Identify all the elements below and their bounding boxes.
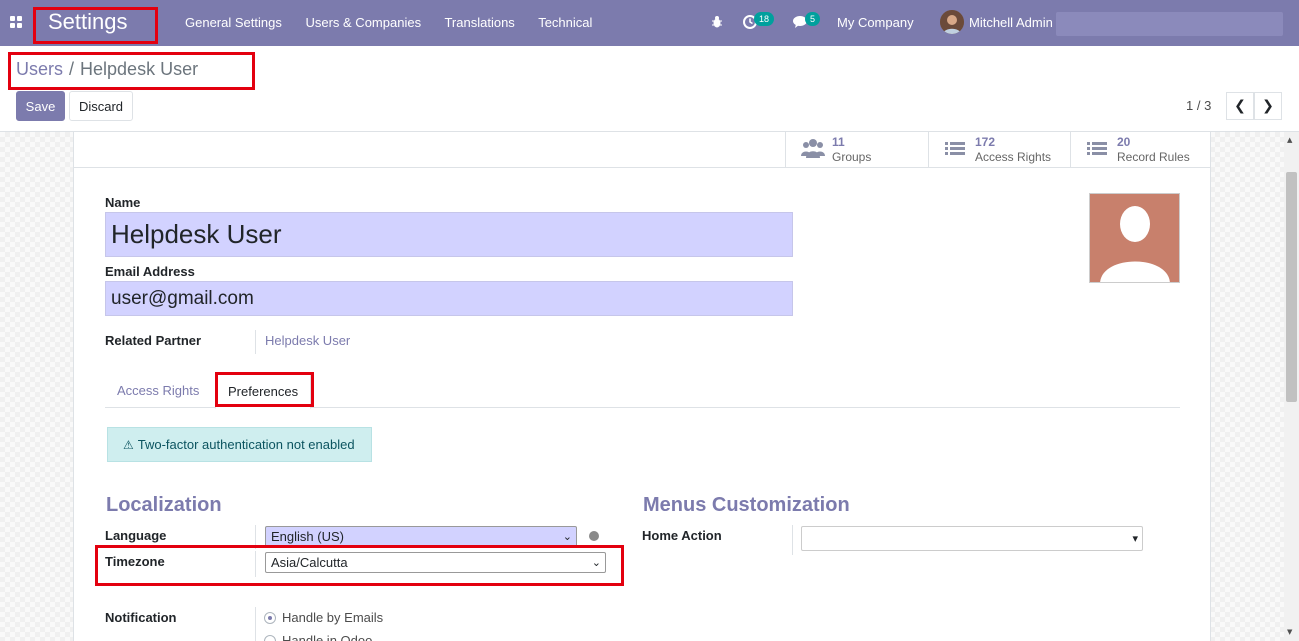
list-icon <box>1085 138 1111 160</box>
radio-selected-dot <box>268 616 272 620</box>
pager-previous-button[interactable]: ❮ <box>1226 92 1254 120</box>
language-select[interactable]: English (US) ⌄ <box>265 526 577 547</box>
control-panel: Users / Helpdesk User Save Discard 1 / 3 ❮… <box>0 46 1299 132</box>
breadcrumb-separator: / <box>69 59 75 79</box>
top-navbar: Settings General Settings Users & Compan… <box>0 0 1299 46</box>
form-view-content: 11 Groups 172 Access Rights 20 Record Ru… <box>0 132 1284 641</box>
timezone-select[interactable]: Asia/Calcutta ⌄ <box>265 552 606 573</box>
chevron-down-icon: ⌄ <box>562 530 572 543</box>
field-separator <box>255 551 256 577</box>
name-input[interactable] <box>105 212 793 257</box>
redacted-area <box>1056 12 1283 36</box>
groups-label: Groups <box>832 150 872 164</box>
users-icon <box>800 138 826 160</box>
app-title[interactable]: Settings <box>48 9 128 35</box>
menu-users-companies[interactable]: Users & Companies <box>305 15 421 30</box>
language-label: Language <box>105 528 167 543</box>
menu-technical[interactable]: Technical <box>538 15 592 30</box>
field-separator <box>255 525 256 549</box>
discard-button[interactable]: Discard <box>69 91 133 121</box>
chevron-down-icon: ⌄ <box>591 556 601 569</box>
language-value: English (US) <box>271 529 344 544</box>
access-rights-count: 172 <box>975 135 996 149</box>
access-rights-stat-button[interactable]: 172 Access Rights <box>928 132 1070 168</box>
menu-general-settings[interactable]: General Settings <box>185 15 282 30</box>
user-avatar[interactable] <box>940 10 964 34</box>
smart-button-box: 11 Groups 172 Access Rights 20 Record Ru… <box>74 132 1210 168</box>
list-icon <box>943 138 969 160</box>
main-menu: General Settings Users & Companies Trans… <box>185 15 612 30</box>
breadcrumb: Users / Helpdesk User <box>16 59 198 80</box>
user-photo[interactable] <box>1089 193 1180 283</box>
chevron-left-icon: ❮ <box>1234 98 1246 114</box>
two-factor-alert-text: Two-factor authentication not enabled <box>137 437 355 452</box>
groups-stat-button[interactable]: 11 Groups <box>785 132 928 168</box>
handle-in-odoo-label[interactable]: Handle in Odoo <box>282 633 372 641</box>
globe-icon[interactable] <box>589 531 599 541</box>
tab-preferences[interactable]: Preferences <box>215 372 312 409</box>
scrollbar-thumb[interactable] <box>1286 172 1297 402</box>
field-separator <box>255 607 256 641</box>
debug-bug-icon[interactable] <box>711 15 723 29</box>
record-rules-label: Record Rules <box>1117 150 1190 164</box>
scroll-up-icon[interactable]: ▲ <box>1287 136 1292 144</box>
handle-by-emails-label[interactable]: Handle by Emails <box>282 610 383 625</box>
record-rules-stat-button[interactable]: 20 Record Rules <box>1070 132 1210 168</box>
pager-value[interactable]: 1 / 3 <box>1186 98 1211 113</box>
user-menu[interactable]: Mitchell Admin <box>969 15 1053 30</box>
related-partner-link[interactable]: Helpdesk User <box>265 333 350 348</box>
two-factor-alert: ⚠ Two-factor authentication not enabled <box>107 427 372 462</box>
save-button[interactable]: Save <box>16 91 65 121</box>
timezone-value: Asia/Calcutta <box>271 555 348 570</box>
name-label: Name <box>105 195 141 210</box>
notebook-tabs: Access Rights Preferences <box>105 372 1180 409</box>
radio-handle-by-emails[interactable] <box>264 612 276 624</box>
form-sheet: 11 Groups 172 Access Rights 20 Record Ru… <box>73 132 1211 641</box>
apps-grid-icon[interactable] <box>10 16 22 28</box>
field-separator <box>792 525 793 555</box>
tab-access-rights[interactable]: Access Rights <box>105 372 211 408</box>
scroll-down-icon[interactable]: ▼ <box>1287 628 1292 636</box>
page-scrollbar[interactable]: ▲ ▼ <box>1284 132 1299 641</box>
record-rules-count: 20 <box>1117 135 1131 149</box>
chevron-right-icon: ❯ <box>1262 98 1274 114</box>
message-count-badge: 5 <box>805 12 821 26</box>
email-input[interactable] <box>105 281 793 316</box>
company-switcher[interactable]: My Company <box>837 15 914 30</box>
field-separator <box>255 330 256 354</box>
activity-count-badge: 18 <box>754 12 775 26</box>
related-partner-label: Related Partner <box>105 333 202 348</box>
breadcrumb-users-link[interactable]: Users <box>16 59 63 79</box>
pager-next-button[interactable]: ❯ <box>1254 92 1282 120</box>
groups-count: 11 <box>832 135 845 149</box>
menus-customization-title: Menus Customization <box>643 494 850 516</box>
caret-down-icon: ▾ <box>1132 532 1138 545</box>
access-rights-label: Access Rights <box>975 150 1052 164</box>
menu-translations[interactable]: Translations <box>444 15 514 30</box>
radio-handle-in-odoo[interactable] <box>264 635 276 641</box>
breadcrumb-current: Helpdesk User <box>80 59 199 79</box>
warning-icon: ⚠ <box>123 438 134 452</box>
email-label: Email Address <box>105 264 195 279</box>
localization-title: Localization <box>106 494 222 516</box>
timezone-label: Timezone <box>105 554 165 569</box>
home-action-label: Home Action <box>642 528 722 543</box>
home-action-select[interactable]: ▾ <box>801 526 1143 551</box>
notification-label: Notification <box>105 610 177 625</box>
